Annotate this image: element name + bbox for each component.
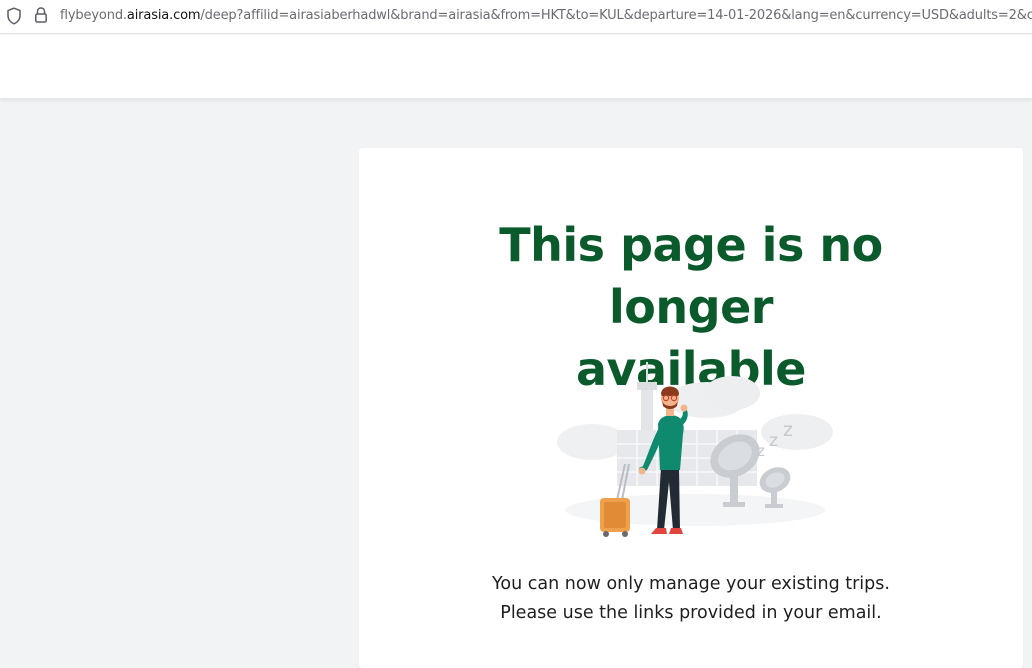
url-text[interactable]: flybeyond.airasia.com/deep?affilid=airas… — [60, 8, 1032, 23]
svg-text:z: z — [757, 442, 765, 460]
url-domain: airasia.com — [126, 8, 201, 23]
svg-text:z: z — [769, 431, 778, 451]
shield-icon[interactable] — [6, 7, 22, 25]
message-line-1: You can now only manage your existing tr… — [492, 574, 890, 594]
instruction-message: You can now only manage your existing tr… — [359, 570, 1023, 628]
url-prefix: flybeyond. — [60, 8, 127, 23]
message-line-2: Please use the links provided in your em… — [500, 603, 882, 623]
url-path: /deep?affilid=airasiaberhadwl&brand=aira… — [200, 8, 1032, 23]
browser-address-bar[interactable]: flybeyond.airasia.com/deep?affilid=airas… — [0, 0, 1032, 34]
svg-text:z: z — [783, 419, 793, 441]
unavailable-card: This page is no longer available z z z Y… — [359, 148, 1023, 668]
lock-icon[interactable] — [34, 6, 48, 24]
site-header — [0, 35, 1032, 99]
traveler-illustration: z z z — [557, 362, 833, 537]
